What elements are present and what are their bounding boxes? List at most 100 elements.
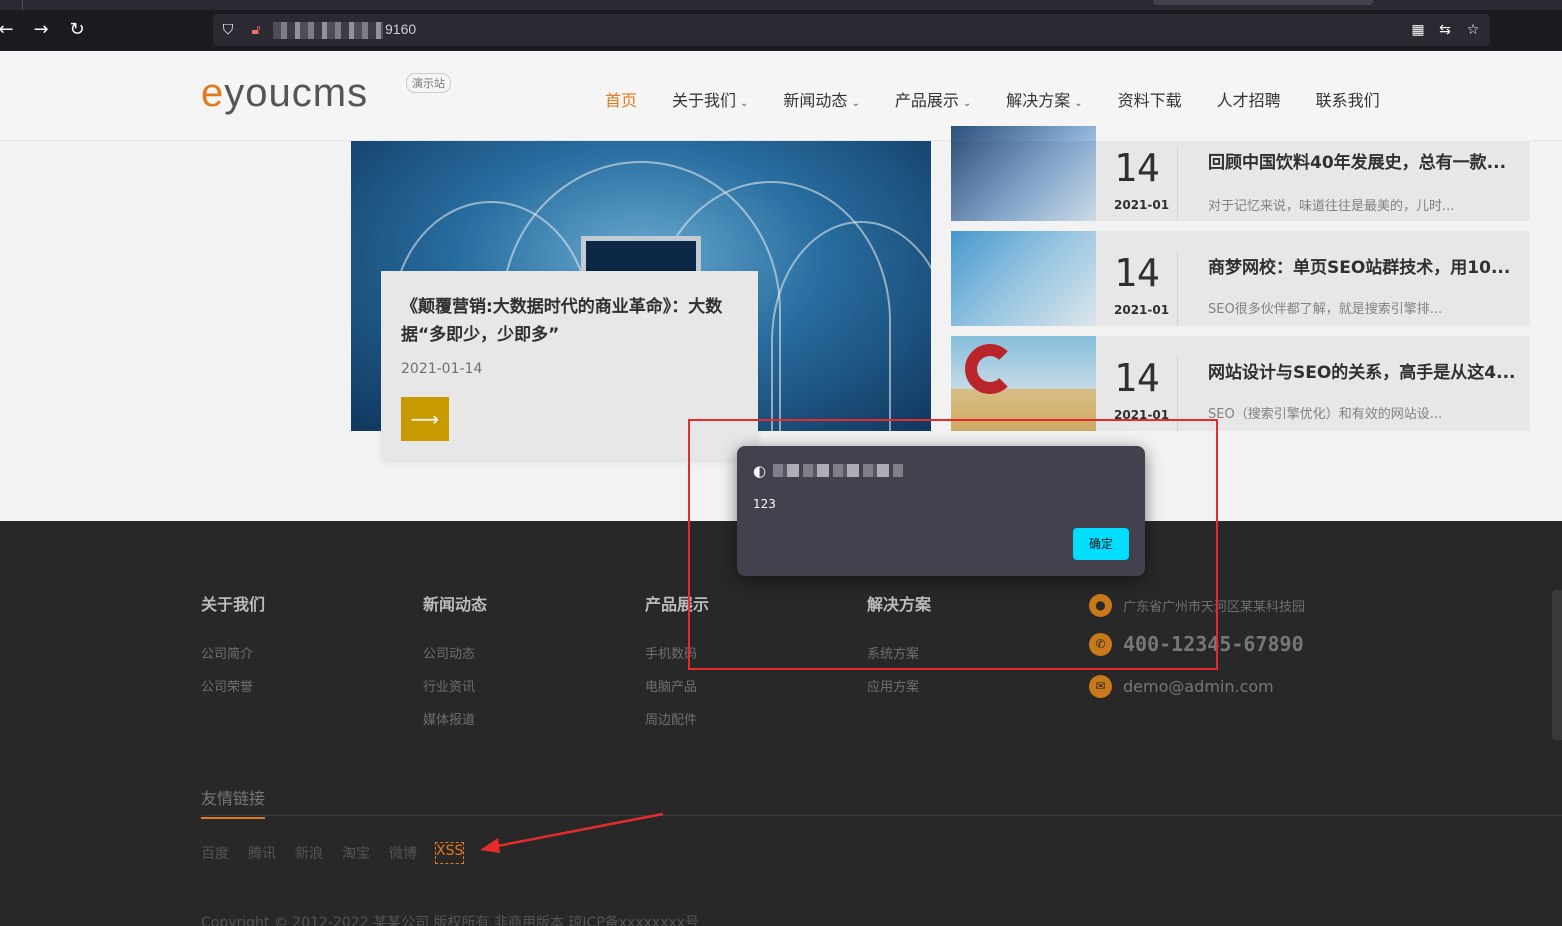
news-title[interactable]: 商梦网校：单页SEO站群技术，用10... <box>1208 253 1528 278</box>
divider <box>1177 146 1178 221</box>
news-excerpt: SEO（搜索引擎优化）和有效的网站设... <box>1208 407 1443 422</box>
friend-link-xss[interactable]: XSS <box>434 842 465 864</box>
friend-link-baidu[interactable]: 百度 <box>201 843 229 863</box>
featured-news-title[interactable]: 《颠覆营销:大数据时代的商业革命》：大数据“多即少，少即多” <box>401 293 741 349</box>
qr-code-icon[interactable]: ▦ <box>1408 20 1428 40</box>
news-year-month: 2021-01 <box>1114 198 1170 212</box>
footer-column-news: 新闻动态 公司动态 行业资讯 媒体报道 <box>423 591 487 742</box>
blurred-dialog-origin <box>773 464 903 477</box>
footer-link[interactable]: 公司荣誉 <box>201 676 265 695</box>
browser-toolbar: ← → ↻ ⛉ 🔓︎ 9160 ▦ ⇆ ☆ <box>0 0 1562 51</box>
globe-icon: ◐ <box>753 462 767 480</box>
news-title[interactable]: 回顾中国饮料40年发展史，总有一款... <box>1208 148 1528 173</box>
back-button[interactable]: ← <box>0 18 18 42</box>
chevron-down-icon: ⌄ <box>1074 98 1083 109</box>
tab-hint[interactable] <box>1153 0 1373 5</box>
footer-column-title[interactable]: 新闻动态 <box>423 591 487 615</box>
lock-warning-icon[interactable]: 🔓︎ <box>246 20 266 40</box>
news-excerpt: 对于记忆来说，味道往往是最美的，儿时... <box>1208 199 1455 214</box>
footer-link[interactable]: 应用方案 <box>867 676 931 695</box>
footer-column-title[interactable]: 解决方案 <box>867 591 931 615</box>
translate-icon[interactable]: ⇆ <box>1435 20 1455 40</box>
blurred-url-host <box>273 22 383 39</box>
contact-email: ✉ demo@admin.com <box>1089 675 1274 698</box>
footer-link[interactable]: 公司简介 <box>201 643 265 662</box>
nav-label: 新闻动态 <box>783 91 848 110</box>
nav-label: 产品展示 <box>894 91 959 110</box>
news-thumbnail[interactable] <box>951 231 1096 326</box>
nav-item-home[interactable]: 首页 <box>605 87 637 111</box>
news-thumbnail[interactable] <box>951 336 1096 431</box>
nav-item-products[interactable]: 产品展示 ⌄ <box>895 87 971 111</box>
contact-phone: ✆ 400-12345-67890 <box>1089 632 1304 656</box>
footer-column-about: 关于我们 公司简介 公司荣誉 <box>201 591 265 709</box>
chevron-down-icon: ⌄ <box>851 98 860 109</box>
logo-letter: e <box>201 71 225 115</box>
news-excerpt: SEO很多伙伴都了解，就是搜索引擎排... <box>1208 302 1443 317</box>
logo-text: youcms <box>224 71 369 115</box>
friend-link-taobao[interactable]: 淘宝 <box>342 843 370 863</box>
news-year-month: 2021-01 <box>1114 408 1170 422</box>
footer-column-title[interactable]: 产品展示 <box>645 591 709 615</box>
list-item[interactable]: 14 2021-01 网站设计与SEO的关系，高手是从这4... SEO（搜索引… <box>951 336 1530 431</box>
list-item[interactable]: 14 2021-01 回顾中国饮料40年发展史，总有一款... 对于记忆来说，味… <box>951 126 1530 221</box>
address-bar[interactable]: ⛉ 🔓︎ 9160 ▦ ⇆ ☆ <box>213 14 1490 46</box>
footer-link[interactable]: 行业资讯 <box>423 676 487 695</box>
bookmark-star-icon[interactable]: ☆ <box>1463 20 1483 40</box>
footer-link[interactable]: 电脑产品 <box>645 676 709 695</box>
news-year-month: 2021-01 <box>1114 303 1170 317</box>
nav-label: 资料下载 <box>1117 91 1182 110</box>
nav-item-news[interactable]: 新闻动态 ⌄ <box>783 87 859 111</box>
footer-link[interactable]: 手机数码 <box>645 643 709 662</box>
mail-icon: ✉ <box>1089 675 1112 698</box>
contact-address: ● 广东省广州市天河区某某科技园 <box>1089 594 1305 617</box>
list-item[interactable]: 14 2021-01 商梦网校：单页SEO站群技术，用10... SEO很多伙伴… <box>951 231 1530 326</box>
friend-links-title: 友情链接 <box>201 785 266 819</box>
reload-button[interactable]: ↻ <box>65 18 89 42</box>
footer-link[interactable]: 系统方案 <box>867 643 931 662</box>
nav-item-downloads[interactable]: 资料下载 <box>1118 87 1182 111</box>
forward-button[interactable]: → <box>29 18 53 42</box>
footer-column-products: 产品展示 手机数码 电脑产品 周边配件 <box>645 591 709 742</box>
news-thumbnail[interactable] <box>951 126 1096 221</box>
featured-news-card[interactable]: 《颠覆营销:大数据时代的商业革命》：大数据“多即少，少即多” 2021-01-1… <box>381 271 758 460</box>
divider <box>201 815 1562 816</box>
chevron-down-icon: ⌄ <box>962 98 972 109</box>
scrollbar[interactable] <box>1552 590 1562 740</box>
nav-item-solutions[interactable]: 解决方案 ⌄ <box>1006 87 1082 111</box>
nav-label: 人才招聘 <box>1216 91 1281 110</box>
tab-separator <box>22 0 23 10</box>
phone-icon: ✆ <box>1089 632 1112 656</box>
friend-link-sina[interactable]: 新浪 <box>295 843 323 863</box>
footer-link[interactable]: 公司动态 <box>423 643 487 662</box>
site-footer: 关于我们 公司简介 公司荣誉 新闻动态 公司动态 行业资讯 媒体报道 产品展示 … <box>0 521 1562 926</box>
main-nav: 首页 关于我们 ⌄ 新闻动态 ⌄ 产品展示 ⌄ 解决方案 ⌄ 资料下载 人才招聘 联系我… <box>605 87 1415 111</box>
footer-column-solutions: 解决方案 系统方案 应用方案 <box>867 591 931 709</box>
address-text: 广东省广州市天河区某某科技园 <box>1123 600 1306 615</box>
magnet-graphic <box>965 344 1015 394</box>
read-more-arrow-button[interactable]: ⟶ <box>401 397 449 441</box>
news-day: 14 <box>1114 251 1160 295</box>
friend-link-weibo[interactable]: 微博 <box>389 843 417 863</box>
featured-news-date: 2021-01-14 <box>401 361 483 377</box>
nav-item-about[interactable]: 关于我们 ⌄ <box>672 87 748 111</box>
nav-label: 联系我们 <box>1315 91 1380 110</box>
ok-button[interactable]: 确定 <box>1073 528 1129 560</box>
url-text[interactable]: 9160 <box>385 21 416 37</box>
news-title[interactable]: 网站设计与SEO的关系，高手是从这4... <box>1208 358 1528 383</box>
footer-link[interactable]: 周边配件 <box>645 709 709 728</box>
site-logo[interactable]: eyoucms <box>201 71 368 116</box>
nav-label: 解决方案 <box>1006 91 1071 110</box>
friend-links: 百度 腾讯 新浪 淘宝 微博 XSS <box>201 842 482 864</box>
email-text[interactable]: demo@admin.com <box>1123 677 1274 696</box>
nav-item-contact[interactable]: 联系我们 <box>1316 87 1380 111</box>
nav-label: 关于我们 <box>672 91 737 110</box>
footer-column-title[interactable]: 关于我们 <box>201 591 265 615</box>
nav-item-jobs[interactable]: 人才招聘 <box>1217 87 1281 111</box>
alert-message: 123 <box>753 497 776 511</box>
news-day: 14 <box>1114 356 1160 400</box>
phone-text: 400-12345-67890 <box>1123 632 1304 656</box>
friend-link-tencent[interactable]: 腾讯 <box>248 843 276 863</box>
footer-link[interactable]: 媒体报道 <box>423 709 487 728</box>
shield-icon[interactable]: ⛉ <box>218 20 238 40</box>
